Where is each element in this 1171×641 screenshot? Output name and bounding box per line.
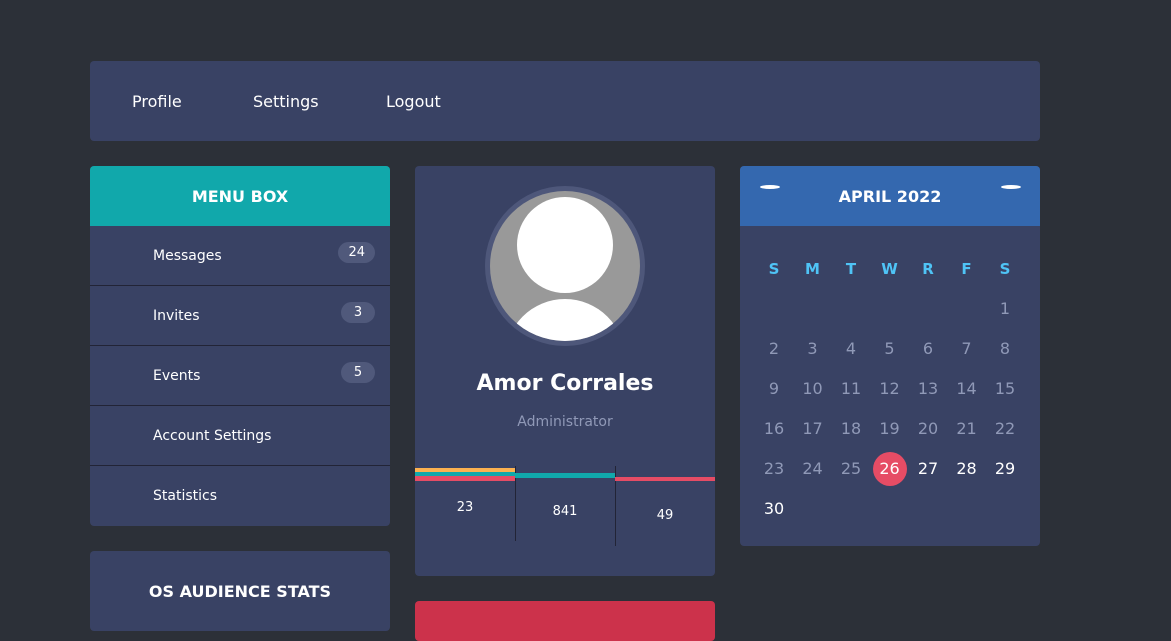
- menu-item-label: Invites: [153, 308, 200, 324]
- menu-box: MENU BOX Messages 24 Invites 3 Events 5 …: [90, 166, 390, 526]
- profile-stat-3: 49: [615, 466, 715, 546]
- nav-settings-link[interactable]: Settings: [253, 92, 319, 111]
- nav-profile-link[interactable]: Profile: [132, 92, 182, 111]
- stat-value: 841: [552, 504, 578, 519]
- calendar-day[interactable]: 12: [871, 372, 909, 406]
- weekday-header: W: [881, 260, 898, 278]
- weekday-header: S: [768, 260, 780, 278]
- calendar-header: APRIL 2022: [740, 166, 1040, 226]
- calendar-day[interactable]: 11: [832, 372, 870, 406]
- nav-logout-link[interactable]: Logout: [386, 92, 441, 111]
- calendar-day[interactable]: 9: [755, 372, 793, 406]
- calendar-day[interactable]: 3: [794, 332, 832, 366]
- calendar-day[interactable]: 27: [909, 452, 947, 486]
- user-silhouette-icon: [490, 191, 640, 341]
- calendar-day[interactable]: 20: [909, 412, 947, 446]
- calendar-day[interactable]: 15: [986, 372, 1024, 406]
- calendar-day[interactable]: 14: [948, 372, 986, 406]
- calendar-day[interactable]: 22: [986, 412, 1024, 446]
- menu-item-statistics[interactable]: Statistics: [90, 466, 390, 525]
- stat-value: 49: [656, 508, 674, 523]
- count-badge: 5: [341, 362, 375, 383]
- next-month-icon[interactable]: [1001, 185, 1021, 189]
- calendar-day[interactable]: 10: [794, 372, 832, 406]
- calendar-day[interactable]: 18: [832, 412, 870, 446]
- menu-item-events[interactable]: Events 5: [90, 346, 390, 406]
- stat-value: 23: [456, 500, 474, 515]
- calendar-day[interactable]: 2: [755, 332, 793, 366]
- count-badge: 3: [341, 302, 375, 323]
- profile-role: Administrator: [517, 414, 613, 430]
- weekday-header: S: [999, 260, 1011, 278]
- weekday-header: T: [845, 260, 857, 278]
- menu-item-messages[interactable]: Messages 24: [90, 226, 390, 286]
- profile-stat-1: 23: [415, 466, 516, 541]
- stat-color-bar: [415, 476, 515, 481]
- calendar-day[interactable]: 1: [986, 292, 1024, 326]
- calendar-day[interactable]: 21: [948, 412, 986, 446]
- calendar-day[interactable]: 25: [832, 452, 870, 486]
- calendar-day[interactable]: 6: [909, 332, 947, 366]
- calendar-day[interactable]: 17: [794, 412, 832, 446]
- calendar-day[interactable]: 5: [871, 332, 909, 366]
- avatar[interactable]: [485, 186, 645, 346]
- menu-item-label: Statistics: [153, 488, 217, 504]
- menu-item-account-settings[interactable]: Account Settings: [90, 406, 390, 466]
- calendar-widget: APRIL 2022 S M T W R F S 1 2 3 4 5 6 7 8 9 10 11 12 13 14 15 1…: [740, 166, 1040, 546]
- menu-item-label: Messages: [153, 248, 222, 264]
- os-audience-stats-panel: OS AUDIENCE STATS: [90, 551, 390, 631]
- calendar-day[interactable]: 13: [909, 372, 947, 406]
- profile-stat-2: 841: [515, 466, 616, 546]
- red-card: [415, 601, 715, 641]
- calendar-day[interactable]: 30: [755, 492, 793, 526]
- calendar-day[interactable]: 23: [755, 452, 793, 486]
- prev-month-icon[interactable]: [760, 185, 780, 189]
- calendar-day[interactable]: 4: [832, 332, 870, 366]
- menu-item-label: Events: [153, 368, 201, 384]
- count-badge: 24: [338, 242, 375, 263]
- calendar-day-today[interactable]: 26: [871, 452, 909, 486]
- calendar-day[interactable]: 7: [948, 332, 986, 366]
- calendar-day[interactable]: 19: [871, 412, 909, 446]
- profile-name: Amor Corrales: [476, 371, 654, 396]
- calendar-day[interactable]: 29: [986, 452, 1024, 486]
- weekday-header: F: [961, 260, 972, 278]
- profile-card: Amor Corrales Administrator 23 841 49: [415, 166, 715, 576]
- calendar-day[interactable]: 8: [986, 332, 1024, 366]
- stat-color-bar: [515, 473, 615, 478]
- top-nav-bar: Profile Settings Logout: [90, 61, 1040, 141]
- calendar-day[interactable]: 28: [948, 452, 986, 486]
- calendar-month-title: APRIL 2022: [838, 186, 942, 206]
- menu-item-invites[interactable]: Invites 3: [90, 286, 390, 346]
- weekday-header: R: [922, 260, 934, 278]
- calendar-day[interactable]: 24: [794, 452, 832, 486]
- weekday-header: M: [805, 260, 820, 278]
- menu-box-title: MENU BOX: [90, 166, 390, 226]
- os-audience-title: OS AUDIENCE STATS: [148, 582, 332, 601]
- menu-item-label: Account Settings: [153, 428, 272, 444]
- stat-color-bar: [615, 477, 715, 481]
- calendar-day[interactable]: 16: [755, 412, 793, 446]
